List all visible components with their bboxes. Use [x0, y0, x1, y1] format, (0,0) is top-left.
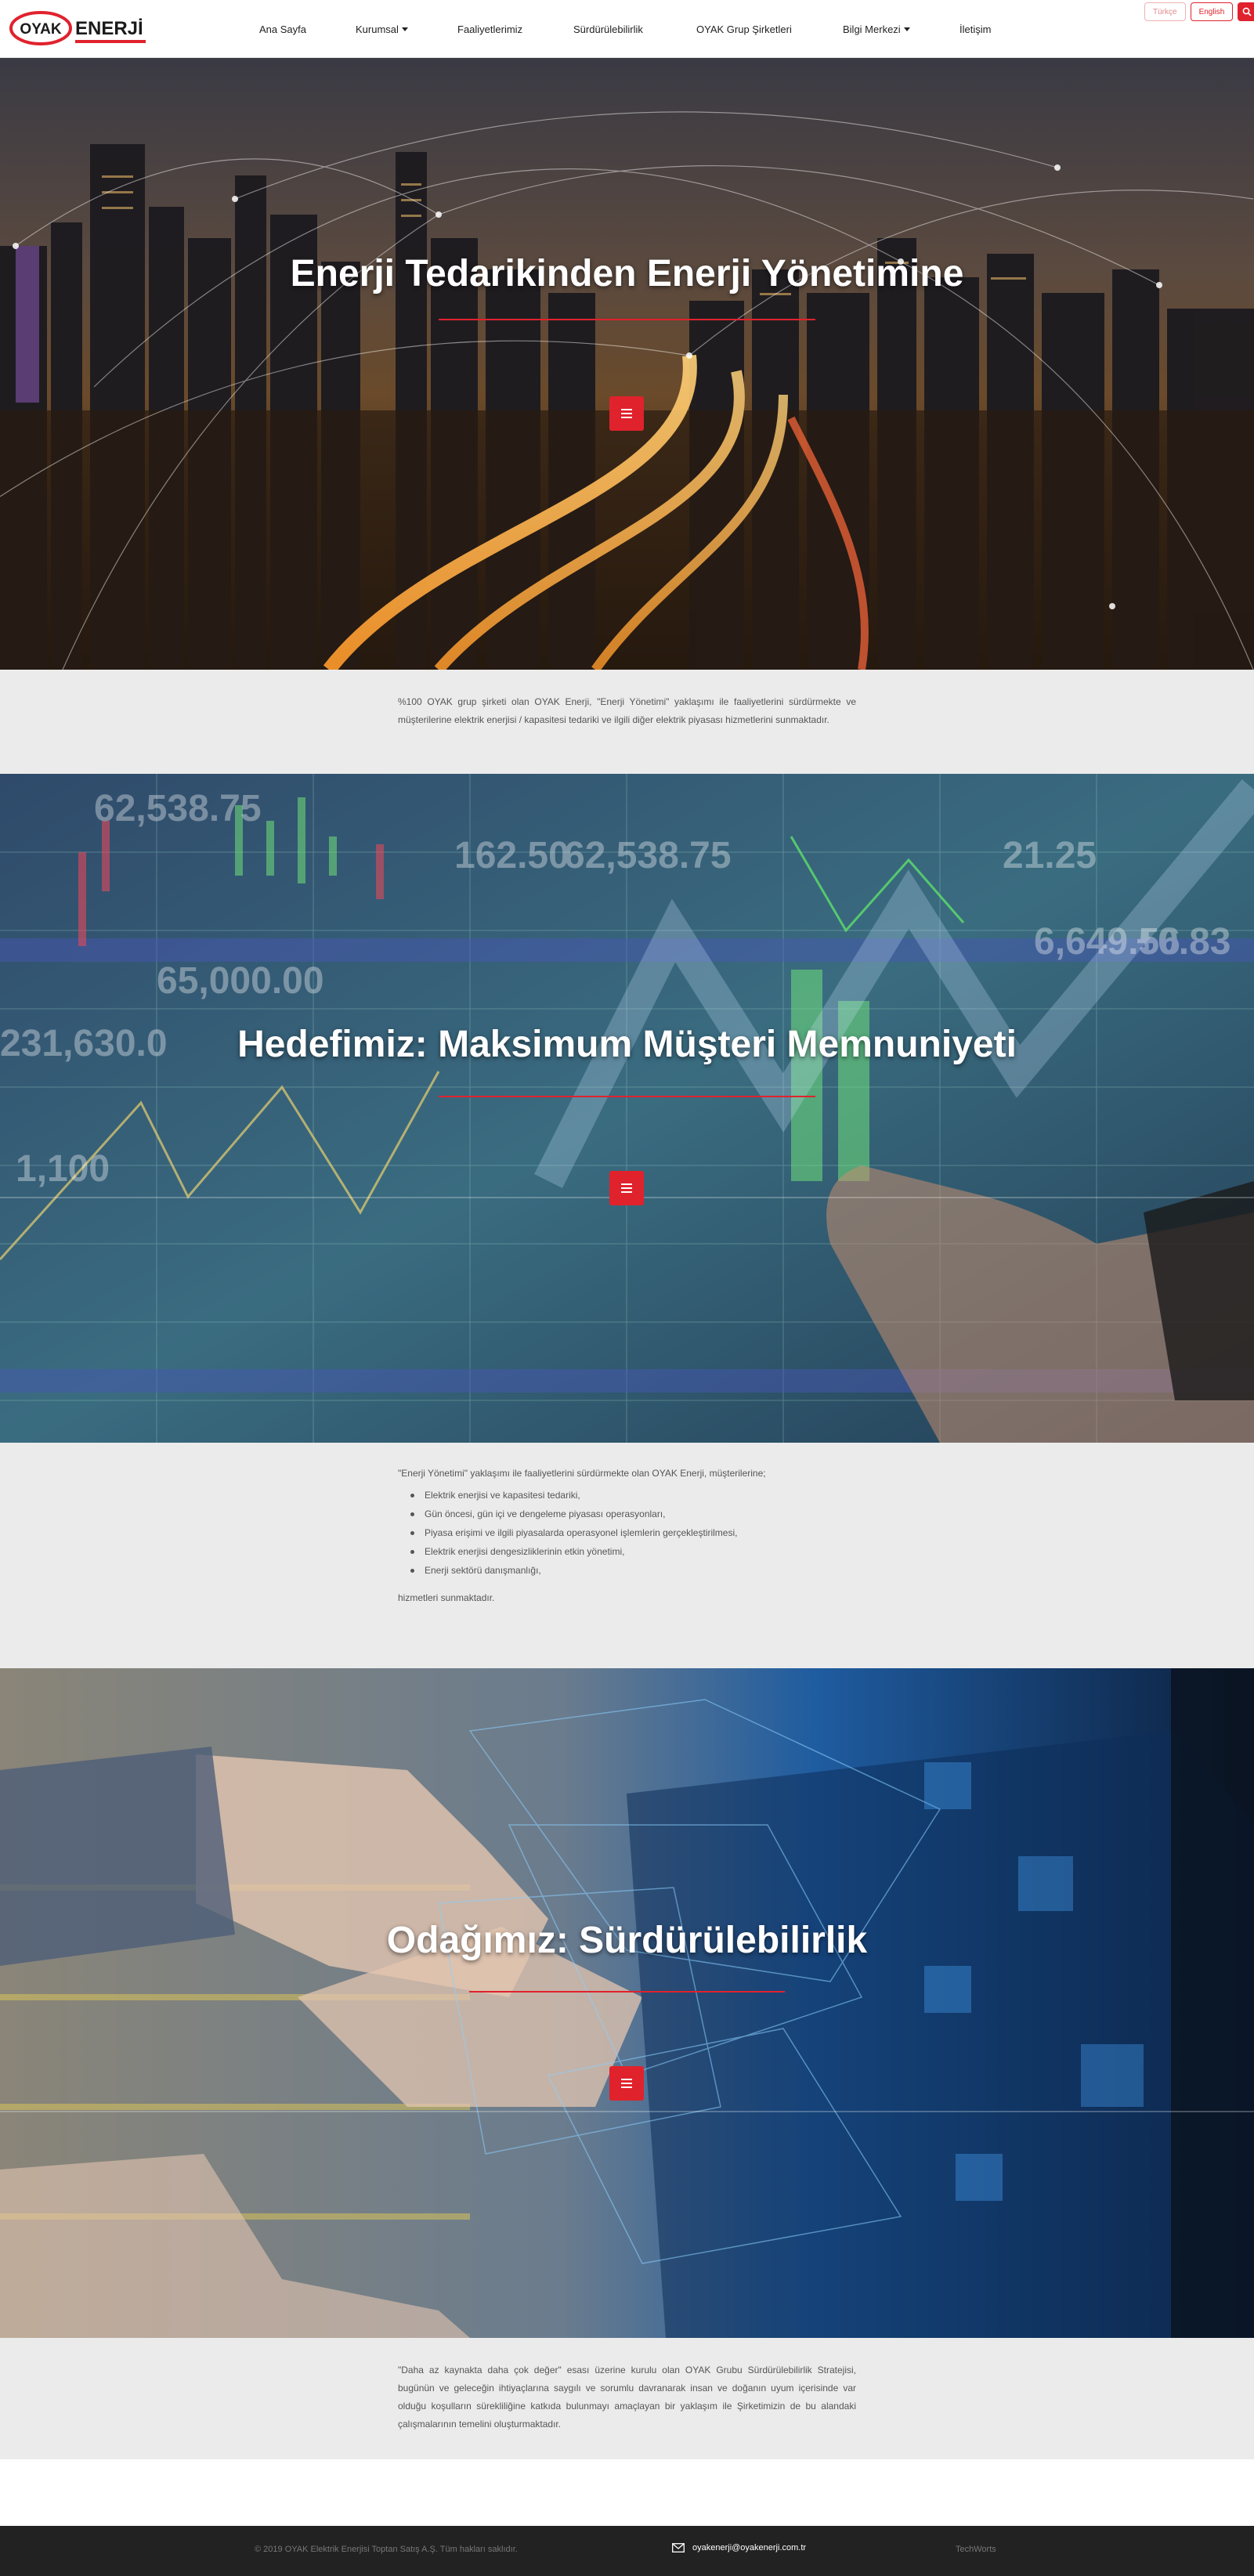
- svg-text:62,538.75: 62,538.75: [94, 788, 262, 829]
- title-underline: [439, 1096, 815, 1097]
- caret-down-icon: [903, 27, 910, 31]
- search-button[interactable]: [1238, 2, 1254, 21]
- handshake-background: [0, 1668, 1254, 2338]
- svg-text:+0.83: +0.83: [1136, 921, 1231, 963]
- caret-down-icon: [401, 27, 408, 31]
- hero-title: Enerji Tedarikinden Enerji Yönetimine: [290, 253, 964, 294]
- nav-item-label: Bilgi Merkezi: [843, 23, 901, 35]
- nav-item-label: Sürdürülebilirlik: [573, 23, 643, 35]
- nav-item-label: Ana Sayfa: [259, 23, 306, 35]
- intro-paragraph: %100 OYAK grup şirketi olan OYAK Enerji,…: [398, 696, 856, 725]
- hero-title: Hedefimiz: Maksimum Müşteri Memnuniyeti: [237, 1024, 1017, 1065]
- sustainability-text-band: "Daha az kaynakta daha çok değer" esası …: [0, 2338, 1254, 2459]
- services-list-item: Gün öncesi, gün içi ve dengeleme piyasas…: [398, 1508, 856, 1520]
- services-content: "Enerji Yönetimi" yaklaşımı ile faaliyet…: [398, 1465, 856, 1607]
- nav-item-5[interactable]: Bilgi Merkezi: [843, 23, 910, 35]
- title-underline: [469, 1991, 785, 1993]
- svg-text:62,538.75: 62,538.75: [564, 835, 732, 876]
- footer-copyright: © 2019 OYAK Elektrik Enerjisi Toptan Sat…: [255, 2545, 518, 2554]
- hero-city-section: Enerji Tedarikinden Enerji Yönetimine: [0, 58, 1254, 670]
- services-list-item: Elektrik enerjisi dengesizliklerinin etk…: [398, 1545, 856, 1558]
- hero-menu-button[interactable]: [609, 396, 644, 431]
- lang-turkish-button[interactable]: Türkçe: [1144, 2, 1186, 21]
- services-list-item: Elektrik enerjisi ve kapasitesi tedariki…: [398, 1489, 856, 1501]
- services-outro: hizmetleri sunmaktadır.: [398, 1592, 495, 1603]
- footer-email-link[interactable]: oyakenerji@oyakenerji.com.tr: [672, 2543, 806, 2553]
- services-list: Elektrik enerjisi ve kapasitesi tedariki…: [398, 1489, 856, 1577]
- svg-text:21.25: 21.25: [1003, 835, 1097, 876]
- nav-item-0[interactable]: Ana Sayfa: [259, 23, 306, 35]
- nav-item-2[interactable]: Faaliyetlerimiz: [457, 23, 522, 35]
- services-list-item: Piyasa erişimi ve ilgili piyasalarda ope…: [398, 1526, 856, 1539]
- menu-icon: [621, 1183, 632, 1185]
- footer-email-text: oyakenerji@oyakenerji.com.tr: [692, 2543, 807, 2553]
- services-list-item: Enerji sektörü danışmanlığı,: [398, 1564, 856, 1577]
- intro-text-band: %100 OYAK grup şirketi olan OYAK Enerji,…: [0, 670, 1254, 774]
- nav-item-3[interactable]: Sürdürülebilirlik: [573, 23, 643, 35]
- hero-menu-button[interactable]: [609, 1171, 644, 1205]
- svg-text:65,000.00: 65,000.00: [157, 960, 324, 1002]
- nav-item-label: Kurumsal: [356, 23, 399, 35]
- hero-title: Odağımız: Sürdürülebilirlik: [386, 1920, 868, 1961]
- hero-menu-button[interactable]: [609, 2066, 644, 2101]
- search-icon: [1242, 7, 1252, 16]
- hero-trading-section: 62,538.75 162.50 62,538.75 231,630.0 1,1…: [0, 774, 1254, 1443]
- lang-english-button[interactable]: English: [1190, 2, 1234, 21]
- language-switcher: Türkçe English: [1144, 2, 1254, 21]
- menu-icon: [621, 2079, 632, 2080]
- nav-item-4[interactable]: OYAK Grup Şirketleri: [696, 23, 792, 35]
- city-night-background: [0, 58, 1254, 670]
- nav-item-1[interactable]: Kurumsal: [356, 23, 408, 35]
- top-navbar: OYAK ENERJİ Ana Sayfa Kurumsal Faaliyetler…: [0, 0, 1254, 58]
- mail-icon: [672, 2543, 685, 2553]
- nav-item-label: OYAK Grup Şirketleri: [696, 23, 792, 35]
- svg-text:162.50: 162.50: [454, 835, 569, 876]
- svg-text:1,100: 1,100: [16, 1148, 110, 1190]
- sustainability-paragraph: "Daha az kaynakta daha çok değer" esası …: [398, 2365, 856, 2430]
- title-underline: [439, 319, 815, 320]
- footer-credit[interactable]: TechWorts: [956, 2545, 996, 2554]
- nav-item-6[interactable]: İletişim: [959, 23, 991, 35]
- nav-item-label: İletişim: [959, 23, 992, 35]
- site-footer: © 2019 OYAK Elektrik Enerjisi Toptan Sat…: [0, 2526, 1254, 2576]
- trading-chart-background: 62,538.75 162.50 62,538.75 231,630.0 1,1…: [0, 774, 1254, 1443]
- main-nav: Ana Sayfa Kurumsal Faaliyetlerimiz Sürdürül…: [0, 0, 1254, 58]
- nav-item-label: Faaliyetlerimiz: [457, 23, 523, 35]
- menu-icon: [621, 409, 632, 410]
- services-text-band: "Enerji Yönetimi" yaklaşımı ile faaliyet…: [0, 1443, 1254, 1668]
- services-intro: "Enerji Yönetimi" yaklaşımı ile faaliyet…: [398, 1468, 766, 1479]
- hero-handshake-section: Odağımız: Sürdürülebilirlik: [0, 1668, 1254, 2338]
